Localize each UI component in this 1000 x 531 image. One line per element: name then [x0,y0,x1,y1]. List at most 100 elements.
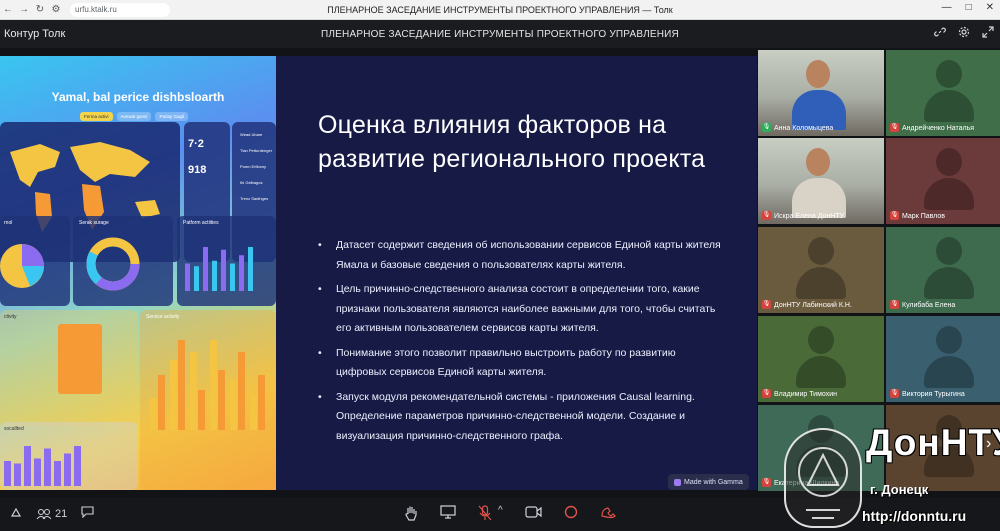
site-settings-icon[interactable]: ⚙ [48,4,64,15]
record-icon[interactable] [564,505,578,524]
participant-video [758,138,884,224]
meeting-title: ПЛЕНАРНОЕ ЗАСЕДАНИЕ ИНСТРУМЕНТЫ ПРОЕКТНО… [321,28,679,40]
dashboard-image: Yamal, bal perice dishbslоarth Ferma act… [0,56,276,490]
panel-label: ctivity [4,314,17,320]
socallted-bar [44,448,51,486]
mic-on-icon: 🎙 [762,123,771,132]
participant-tile[interactable]: 🎙 Екатерина Шилкина [758,405,884,491]
participant-tile[interactable]: 🎙 Марк Павлов [886,138,1000,224]
platform-bar [185,263,190,291]
leave-call-icon[interactable] [600,505,616,524]
toolbar-left: 21 [10,506,94,521]
participant-name: Владимир Тимохин [774,391,837,398]
service-bar [198,390,205,430]
participant-name: ДонНТУ Лабинский К.Н. [774,302,852,309]
platform-bar [230,263,235,291]
participant-tile[interactable]: 🎙 Виктория Турыгина [886,316,1000,402]
link-icon[interactable] [934,26,946,41]
participant-tile[interactable]: 🎙 Владимир Тимохин [758,316,884,402]
socallted-bar [14,463,21,486]
donut-panel: Serak surage [73,216,173,306]
donut-chart-shape [86,237,140,291]
menu-icon[interactable] [10,506,22,521]
mic-off-icon: 🎙 [762,300,771,309]
avatar-silhouette [796,237,846,299]
avatar-silhouette [796,326,846,388]
platform-bar [248,247,253,291]
participant-tile[interactable]: 🎙 Искра Елена ДонНТУ [758,138,884,224]
participant-name: Анна Коломыцева [774,125,834,132]
platform-bar [239,255,244,291]
back-icon[interactable]: ← [0,4,16,15]
settings-icon[interactable] [958,26,970,41]
mic-options-icon[interactable]: ^ [498,505,503,524]
browser-bar: ← → ↻ ⚙ urfu.ktalk.ru ПЛЕНАРНОЕ ЗАСЕДАНИ… [0,0,1000,20]
mic-off-icon: 🎙 [890,389,899,398]
mic-off-icon: 🎙 [890,123,899,132]
participant-name: Андрейченко Наталья [902,125,975,132]
platform-panel: Patform actiities [177,216,276,306]
reload-icon[interactable]: ↻ [32,4,48,15]
dashboard-title: Yamal, bal perice dishbslоarth [51,90,225,104]
forward-icon[interactable]: → [16,4,32,15]
fullscreen-icon[interactable] [982,26,994,41]
participant-name: Искра Елена ДонНТУ [774,213,845,220]
minimize-icon[interactable]: — [942,2,952,13]
next-page-icon[interactable]: › [986,435,991,453]
kpi-value: 7·2 [188,138,204,150]
kpi-value: 918 [188,164,207,176]
gamma-badge-label: Made with Gamma [684,478,743,486]
legend-item: Ihi Gelbagos [240,180,263,185]
raise-hand-icon[interactable] [404,505,418,524]
slide-title: Оценка влияния факторов на развитие реги… [318,111,706,173]
socallted-bar [64,453,71,486]
participant-video [758,50,884,136]
url-text: urfu.ktalk.ru [75,5,117,14]
platform-bar [221,249,226,291]
participant-person-shape [792,148,846,218]
service-bar [170,360,177,430]
service-bar [158,375,165,430]
mic-muted-icon[interactable] [478,505,492,524]
socallted-bar [34,458,41,486]
made-with-gamma-badge[interactable]: Made with Gamma [668,474,749,490]
service-activity-panel: Service activity [140,310,276,490]
slide-bullets: Датасет содержит сведения об использован… [318,236,728,451]
window-controls: — □ ✕ [942,2,994,13]
conference-stage: Yamal, bal perice dishbslоarth Ferma act… [0,48,1000,498]
participant-name: Виктория Турыгина [902,391,965,398]
dashboard-tab: Ferma activi [80,112,113,121]
participants-count: 21 [55,507,68,520]
camera-icon[interactable] [525,505,542,524]
platform-bar [194,266,199,291]
close-icon[interactable]: ✕ [986,2,994,13]
socallted-bars-shape [4,446,81,486]
participant-tile[interactable]: 🎙 ДонНТУ Лабинский К.Н. [758,227,884,313]
service-bar [238,352,245,430]
dashboard-tab: Parlay Gagil [155,112,188,121]
service-bar [230,380,237,430]
service-bar [190,352,197,430]
pie-panel: rnol [0,216,70,306]
participant-tile[interactable] [886,405,1000,491]
participants-button[interactable]: 21 [36,508,67,520]
chat-icon[interactable] [81,506,94,521]
avatar-silhouette [924,60,974,122]
screen-share-icon[interactable] [440,505,456,524]
participant-tile[interactable]: 🎙 Анна Коломыцева [758,50,884,136]
participant-name: Кулибаба Елена [902,302,956,309]
dashboard-tabs: Ferma activi Avewat gamit Parlay Gagil [80,112,188,121]
address-bar[interactable]: urfu.ktalk.ru [70,2,170,17]
participant-tile[interactable]: 🎙 Кулибаба Елена [886,227,1000,313]
participant-tile[interactable]: 🎙 Андрейченко Наталья [886,50,1000,136]
platform-bar [212,260,217,291]
mic-off-icon: 🎙 [890,211,899,220]
platform-bars-shape [185,247,253,291]
slide-title-block: Оценка влияния факторов на развитие реги… [318,108,738,176]
maximize-icon[interactable]: □ [966,2,972,13]
service-bar [150,398,157,430]
platform-bar [203,247,208,291]
activity-panel: ctivity [0,310,138,426]
participant-name: Марк Павлов [902,213,945,220]
bullet-item: Датасет содержит сведения об использован… [318,236,728,275]
